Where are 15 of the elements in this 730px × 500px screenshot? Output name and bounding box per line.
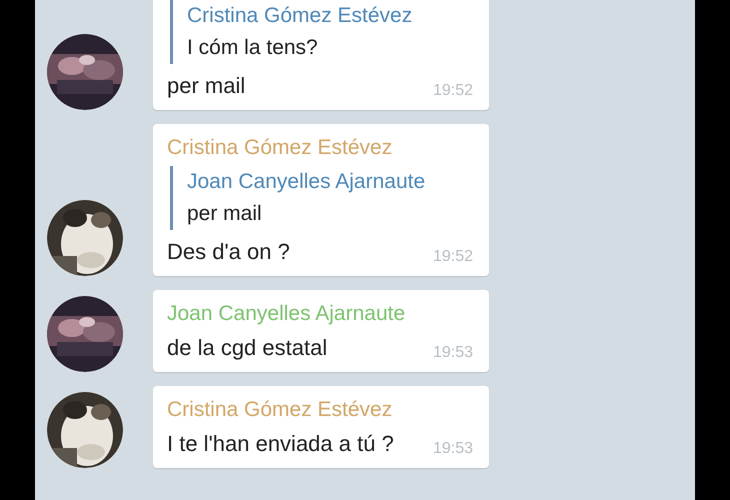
- sender-name: Cristina Gómez Estévez: [167, 397, 394, 423]
- message-text: I te l'han enviada a tú ?: [167, 430, 394, 458]
- sender-name: Cristina Gómez Estévez: [167, 135, 394, 161]
- message-text: Des d'a on ?: [167, 238, 290, 266]
- reply-text: per mail: [187, 201, 263, 227]
- message-time: 19:53: [432, 439, 473, 459]
- message-time: 19:53: [432, 343, 473, 363]
- reply-name: Joan Canyelles Ajarnaute: [187, 169, 426, 195]
- sender-name: Joan Canyelles Ajarnaute: [167, 301, 406, 327]
- message-text: per mail: [167, 72, 246, 100]
- message-time: 19:52: [432, 81, 473, 101]
- reply-text: I cóm la tens?: [187, 35, 319, 61]
- reply-name: Cristina Gómez Estévez: [187, 3, 414, 29]
- message-time: 19:52: [432, 247, 473, 267]
- message-text: de la cgd estatal: [167, 334, 328, 362]
